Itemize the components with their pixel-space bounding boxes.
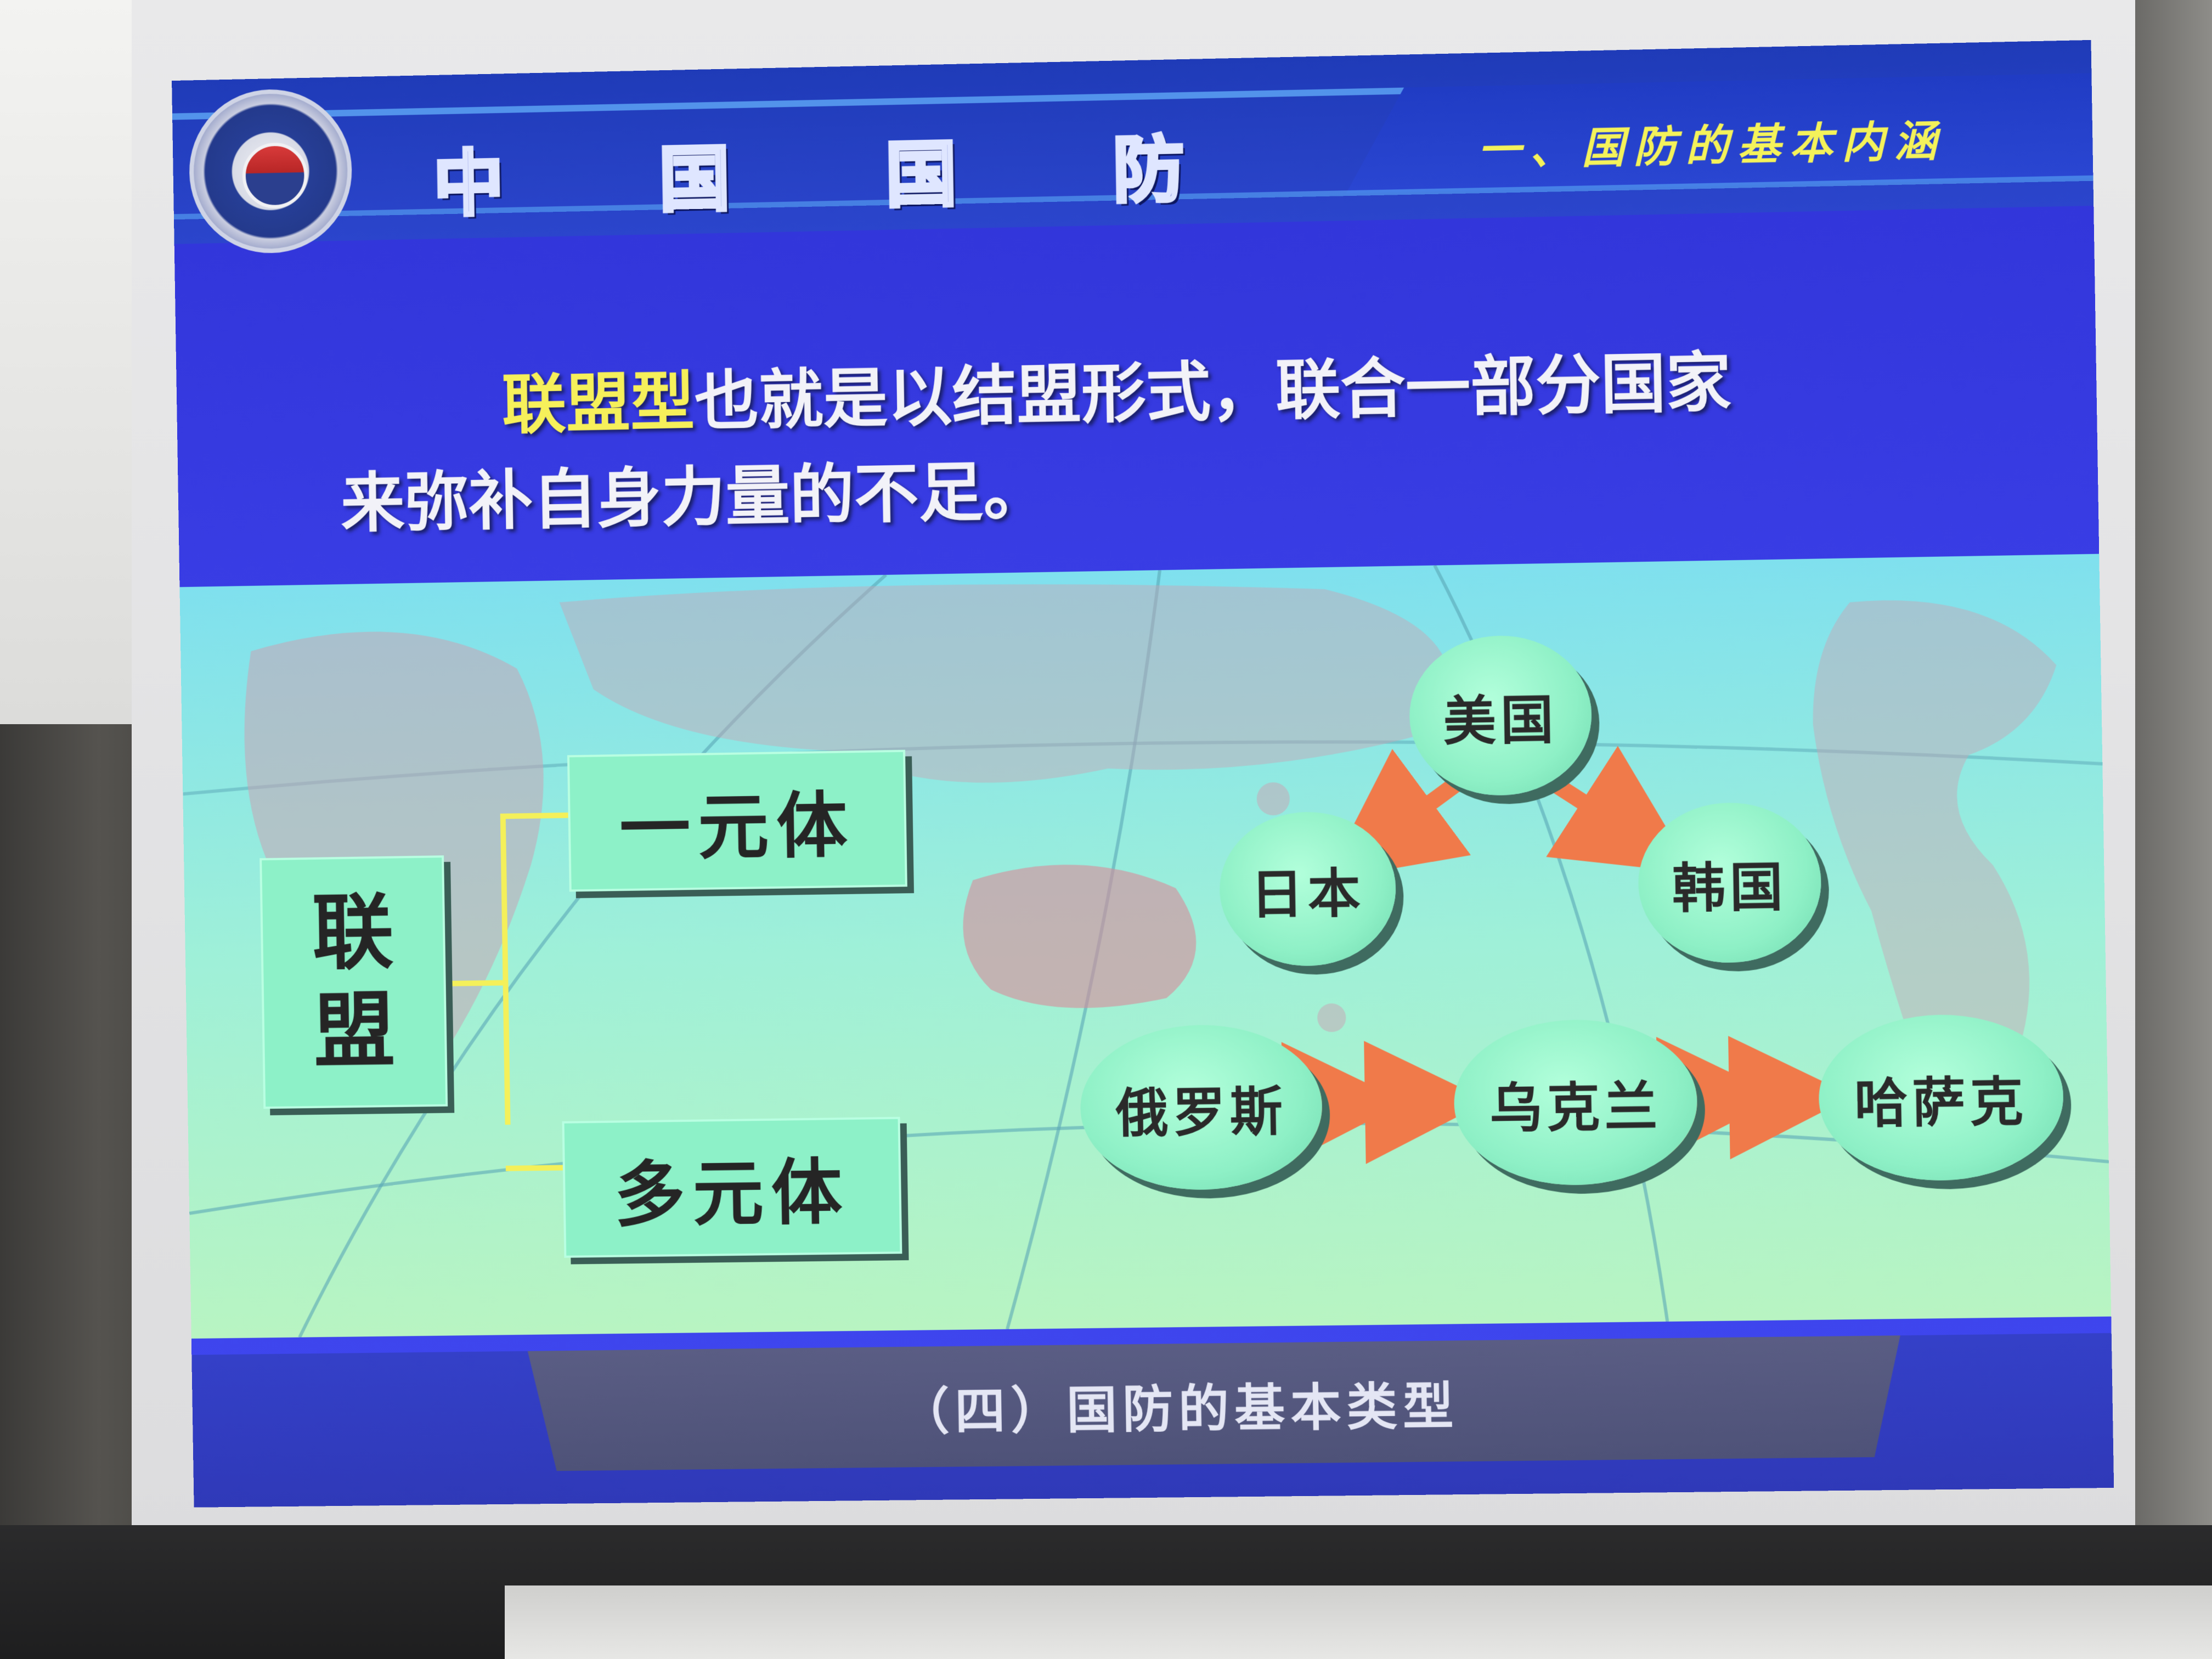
room-wall-right	[2135, 0, 2212, 1659]
floor-area	[505, 1585, 2212, 1659]
projected-slide: 中 国 国 防 一、国防的基本内涵 联盟型也就是以结盟形式，联合一部分国家 来弥…	[172, 40, 2114, 1508]
arrow-russia-ukraine	[1344, 1102, 1427, 1103]
diagram-arrows	[172, 40, 2114, 1508]
arrow-usa-korea	[1554, 782, 1638, 839]
arrow-ukraine-kazakhstan	[1719, 1097, 1791, 1098]
room-wall-left-light	[0, 0, 137, 724]
arrow-usa-japan	[1378, 785, 1455, 841]
